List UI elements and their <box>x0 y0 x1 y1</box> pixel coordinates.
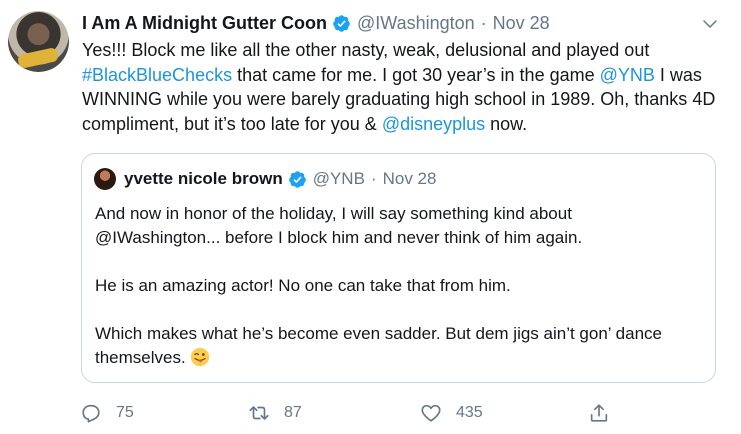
author-handle[interactable]: @IWashington <box>357 13 475 34</box>
verified-badge-icon <box>333 14 350 32</box>
avatar-scarf <box>16 46 60 70</box>
mention-link[interactable]: @disneyplus <box>382 114 485 134</box>
quoted-tweet[interactable]: yvette nicole brown @YNB · Nov 28 And no… <box>81 153 716 383</box>
verified-badge-icon <box>288 170 306 188</box>
quoted-header-separator: · <box>370 169 377 188</box>
mention-link[interactable]: @YNB <box>600 65 655 85</box>
quoted-author-avatar <box>94 168 116 190</box>
like-count: 435 <box>456 404 483 421</box>
quoted-paragraph: Which makes what he’s become even sadder… <box>95 324 662 367</box>
tweet-actions: 75 87 435 <box>80 402 640 428</box>
reply-icon <box>82 404 100 423</box>
header-separator: · <box>480 12 487 33</box>
quoted-author-name: yvette nicole brown <box>124 169 283 188</box>
chevron-down-icon[interactable] <box>701 15 719 33</box>
author-avatar[interactable] <box>8 11 69 72</box>
winking-face-with-tongue-emoji <box>190 347 209 367</box>
quoted-paragraph: And now in honor of the holiday, I will … <box>95 204 583 247</box>
reply-button[interactable]: 75 <box>80 402 134 424</box>
share-icon <box>590 404 608 422</box>
tweet-date[interactable]: Nov 28 <box>493 13 550 34</box>
tweet-text: Yes!!! Block me like all the other nasty… <box>82 38 722 136</box>
retweet-count: 87 <box>284 404 302 421</box>
tweet-text-part: now. <box>485 113 528 134</box>
quoted-tweet-text: And now in honor of the holiday, I will … <box>95 202 695 370</box>
tweet-text-part: that came for me. I got 30 year’s in the… <box>232 64 600 85</box>
heart-icon <box>421 404 441 422</box>
tweet-header: I Am A Midnight Gutter Coon @IWashington… <box>82 12 550 34</box>
quoted-tweet-header: yvette nicole brown @YNB · Nov 28 <box>94 168 436 190</box>
quoted-paragraph-with-emoji: Which makes what he’s become even sadder… <box>95 322 695 370</box>
share-button[interactable] <box>588 402 624 424</box>
author-name[interactable]: I Am A Midnight Gutter Coon <box>82 13 327 34</box>
retweet-icon <box>249 406 269 420</box>
like-button[interactable]: 435 <box>420 402 483 424</box>
retweet-button[interactable]: 87 <box>248 402 302 424</box>
quoted-author-handle: @YNB <box>312 169 365 188</box>
hashtag-link[interactable]: #BlackBlueChecks <box>82 65 232 85</box>
reply-count: 75 <box>116 404 134 421</box>
quoted-tweet-date: Nov 28 <box>382 169 437 188</box>
tweet-text-part: Yes!!! Block me like all the other nasty… <box>82 40 650 60</box>
quoted-paragraph: He is an amazing actor! No one can take … <box>95 276 511 295</box>
